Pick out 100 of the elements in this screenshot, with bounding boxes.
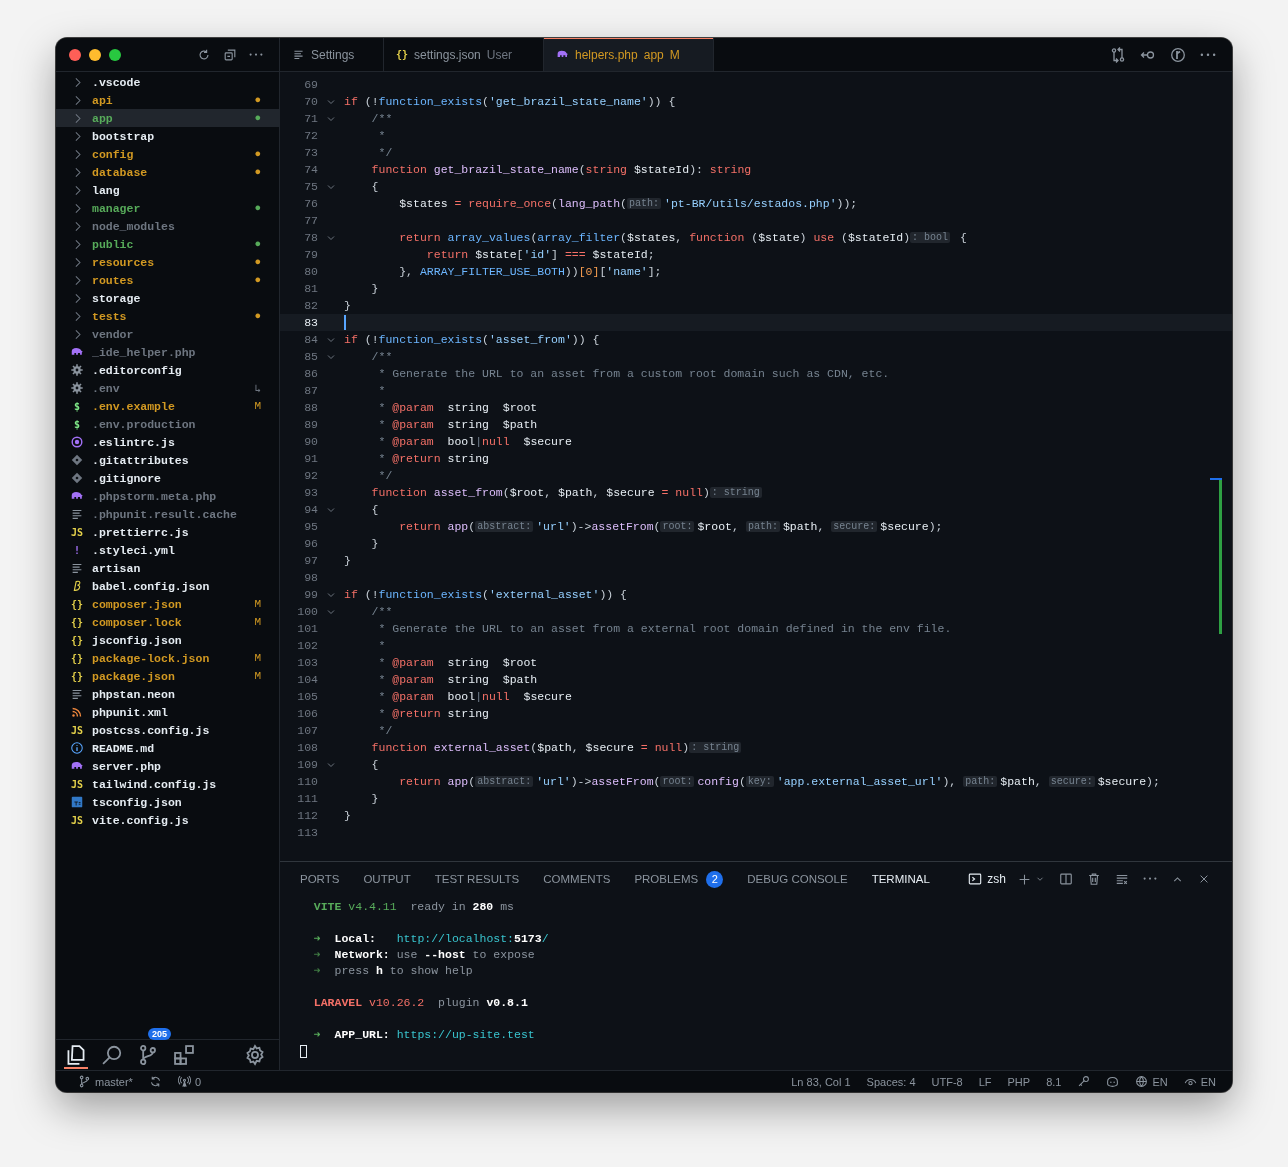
file-type-icon: JS	[70, 526, 83, 538]
code-text: function asset_from($root, $path, $secure = null)	[370, 486, 710, 499]
file-name[interactable]: app	[92, 111, 249, 125]
status-item[interactable]: PHP	[999, 1075, 1039, 1088]
file-name[interactable]: tsconfig.json	[92, 795, 261, 809]
file-name[interactable]: .editorconfig	[92, 363, 261, 377]
file-name[interactable]: public	[92, 237, 249, 251]
file-name[interactable]: _ide_helper.php	[92, 345, 261, 359]
panel-tab[interactable]: OUTPUT	[363, 869, 411, 889]
line-number: 78	[303, 231, 318, 244]
terminal-button[interactable]: zsh	[968, 872, 1006, 886]
file-name[interactable]: vendor	[92, 327, 261, 341]
line-number: 97	[303, 554, 318, 567]
git-status-label: ●	[254, 310, 261, 322]
file-name[interactable]: storage	[92, 291, 261, 305]
window-close-button[interactable]	[69, 48, 81, 61]
file-name[interactable]: bootstrap	[92, 129, 261, 143]
code-text: * @param string $root	[377, 401, 538, 414]
file-name[interactable]: .env.example	[92, 399, 249, 413]
code-text: * @param string $path	[377, 673, 538, 686]
line-number: 71	[303, 112, 318, 125]
rss-icon	[70, 705, 84, 719]
panel-tab[interactable]: PROBLEMS 2	[634, 866, 724, 892]
status-item[interactable]: EN	[1127, 1075, 1176, 1088]
window-maximize-button[interactable]	[109, 48, 121, 61]
file-name[interactable]: artisan	[92, 561, 261, 575]
file-name[interactable]: babel.config.json	[92, 579, 261, 593]
code-text: }	[344, 299, 351, 312]
panel-tab[interactable]: COMMENTS	[543, 869, 611, 889]
file-name[interactable]: .styleci.yml	[92, 543, 261, 557]
status-item[interactable]: Spaces: 4	[858, 1075, 924, 1088]
file-name[interactable]: routes	[92, 273, 249, 287]
file-name[interactable]: .gitignore	[92, 471, 261, 485]
code-text: {	[370, 758, 379, 771]
editor-tab[interactable]: helpers.php app M	[544, 38, 714, 71]
line-number: 91	[303, 452, 318, 465]
file-name[interactable]: composer.lock	[92, 615, 249, 629]
line-number: 89	[303, 418, 318, 431]
file-name[interactable]: api	[92, 93, 249, 107]
file-name[interactable]: .env.production	[92, 417, 261, 431]
line-number: 101	[296, 622, 318, 635]
file-type-icon: $	[74, 418, 80, 430]
file-name[interactable]: resources	[92, 255, 249, 269]
file-name[interactable]: lang	[92, 183, 261, 197]
close-icon	[1198, 873, 1210, 885]
panel-tab[interactable]: PORTS	[300, 869, 340, 889]
status-item[interactable]: 8.1	[1038, 1075, 1070, 1088]
file-name[interactable]: database	[92, 165, 249, 179]
file-name[interactable]: .env	[92, 381, 249, 395]
file-name[interactable]: tests	[92, 309, 249, 323]
status-item[interactable]: Ln 83, Col 1	[783, 1075, 859, 1088]
window-minimize-button[interactable]	[89, 48, 101, 61]
file-name[interactable]: manager	[92, 201, 249, 215]
file-name[interactable]: postcss.config.js	[92, 723, 261, 737]
file-name[interactable]: server.php	[92, 759, 261, 773]
panel-tab[interactable]: TEST RESULTS	[434, 869, 520, 889]
file-name[interactable]: package-lock.json	[92, 651, 249, 665]
code-text: */	[377, 146, 393, 159]
count-badge: 205	[148, 1028, 172, 1040]
status-item[interactable]: 0	[169, 1075, 210, 1088]
clear-icon	[1115, 872, 1129, 886]
file-name[interactable]: jsconfig.json	[92, 633, 261, 647]
file-name[interactable]: phpunit.xml	[92, 705, 261, 719]
git-status-label: M	[254, 598, 261, 610]
inlay-hint: key:	[745, 776, 774, 787]
panel-tab[interactable]: DEBUG CONSOLE	[747, 869, 848, 889]
file-name[interactable]: tailwind.config.js	[92, 777, 261, 791]
file-name[interactable]: config	[92, 147, 249, 161]
file-name[interactable]: .eslintrc.js	[92, 435, 261, 449]
inlay-hint: secure:	[831, 521, 878, 532]
file-name[interactable]: .prettierrc.js	[92, 525, 261, 539]
more-button[interactable]	[1141, 875, 1159, 883]
line-number: 104	[296, 673, 318, 686]
status-item[interactable]: master*	[70, 1075, 141, 1088]
file-name[interactable]: .vscode	[92, 75, 261, 89]
code-text: * @param string $root	[377, 656, 538, 669]
line-number: 105	[296, 690, 318, 703]
file-name[interactable]: README.md	[92, 741, 261, 755]
file-name[interactable]: .phpunit.result.cache	[92, 507, 261, 521]
file-name[interactable]: phpstan.neon	[92, 687, 261, 701]
code-text: }	[344, 554, 351, 567]
file-name[interactable]: node_modules	[92, 219, 261, 233]
terminal-line: ➜ Network: use --host to expose	[312, 947, 536, 963]
panel-tab[interactable]: TERMINAL	[871, 869, 930, 889]
inlay-hint: secure:	[1048, 776, 1095, 787]
code-text: */	[377, 724, 393, 737]
file-name[interactable]: .phpstorm.meta.php	[92, 489, 261, 503]
line-number: 87	[303, 384, 318, 397]
file-name[interactable]: package.json	[92, 669, 249, 683]
line-number: 85	[303, 350, 318, 363]
status-item[interactable]: UTF-8	[923, 1075, 971, 1088]
inlay-hint: root:	[660, 776, 695, 787]
git-status-label: M	[254, 670, 261, 682]
status-item[interactable]: LF	[970, 1075, 1000, 1088]
file-name[interactable]: vite.config.js	[92, 813, 261, 827]
lines-icon	[292, 48, 305, 61]
file-name[interactable]: composer.json	[92, 597, 249, 611]
status-item[interactable]: EN	[1175, 1075, 1224, 1088]
code-text: *	[377, 129, 386, 142]
file-name[interactable]: .gitattributes	[92, 453, 261, 467]
